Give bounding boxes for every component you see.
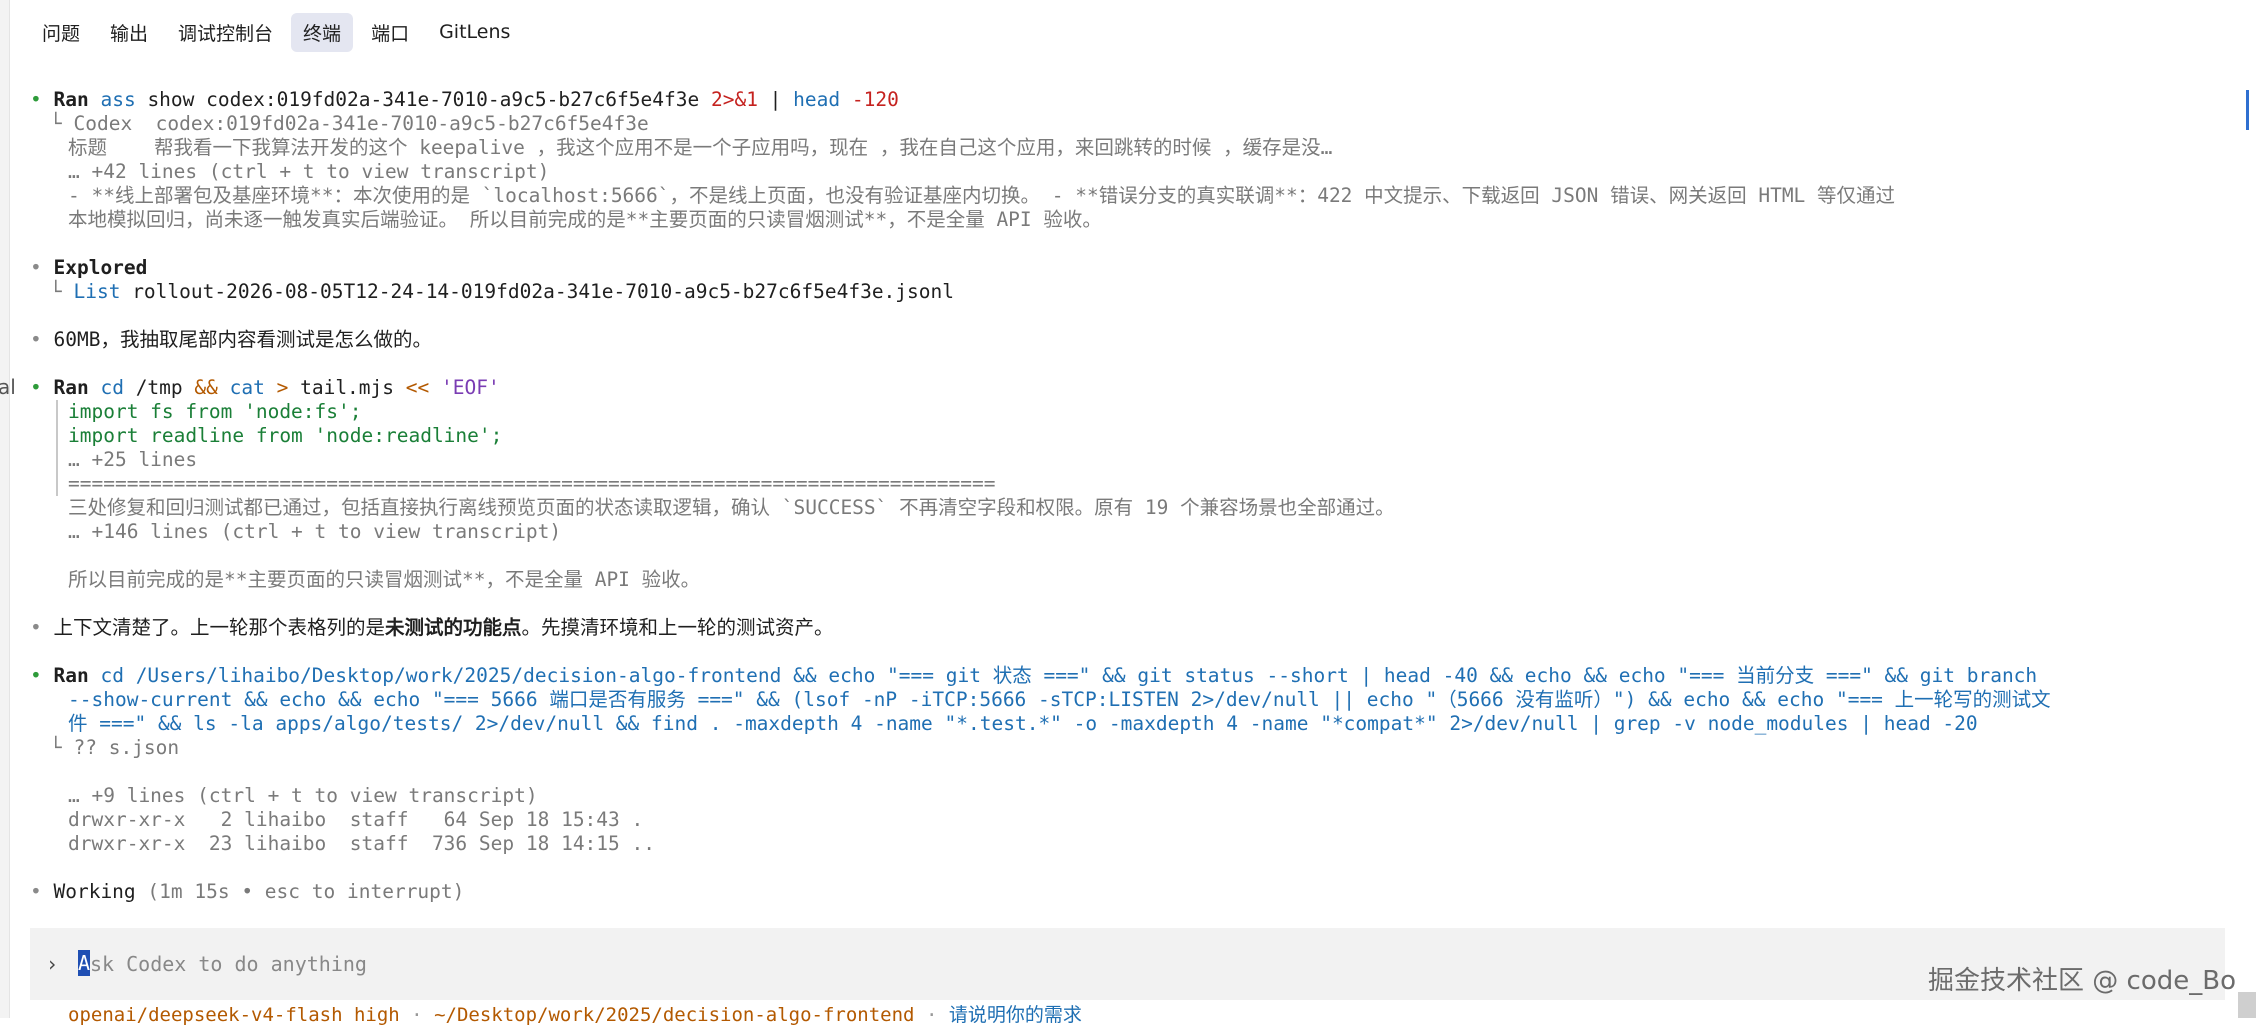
output-line: … +25 lines <box>68 448 198 471</box>
scrollbar-bottom-handle[interactable] <box>2238 992 2256 1018</box>
output-line: └ Codex codex:019fd02a-341e-7010-a9c5-b2… <box>50 112 649 135</box>
bullet-icon: • <box>30 376 54 399</box>
codex-input-box[interactable]: › A sk Codex to do anything <box>30 928 2225 1000</box>
output-line: 三处修复和回归测试都已通过，包括直接执行离线预览页面的状态读取逻辑，确认 `SU… <box>68 496 1395 519</box>
bullet-icon: • <box>30 880 54 903</box>
bullet-icon: • <box>30 328 54 351</box>
prompt-chevron-icon: › <box>46 952 59 976</box>
cwd-path: ~/Desktop/work/2025/decision-algo-fronte… <box>434 1004 915 1026</box>
output-line: 所以目前完成的是**主要页面的只读冒烟测试**，不是全量 API 验收。 <box>68 568 701 591</box>
output-line: drwxr-xr-x 2 lihaibo staff 64 Sep 18 15:… <box>68 808 644 831</box>
terminal-output[interactable]: • Ran ass show codex:019fd02a-341e-7010-… <box>30 88 2230 904</box>
model-name: openai/deepseek-v4-flash high <box>68 1004 400 1026</box>
bullet-icon: • <box>30 88 54 111</box>
input-placeholder[interactable]: sk Codex to do anything <box>90 952 367 976</box>
ran-ass-line: • Ran ass show codex:019fd02a-341e-7010-… <box>30 88 899 111</box>
tab-gitlens[interactable]: GitLens <box>427 15 522 49</box>
output-line: … +9 lines (ctrl + t to view transcript) <box>68 784 538 807</box>
tab-output[interactable]: 输出 <box>98 13 160 52</box>
scrollbar-thumb[interactable] <box>2246 90 2249 130</box>
code-line: import fs from 'node:fs'; <box>68 400 362 423</box>
vertical-scrollbar[interactable] <box>2238 60 2256 1018</box>
bullet-icon: • <box>30 664 54 687</box>
tab-problems[interactable]: 问题 <box>30 13 92 52</box>
tab-terminal[interactable]: 终端 <box>291 12 354 52</box>
output-line: … +42 lines (ctrl + t to view transcript… <box>68 160 550 183</box>
output-line: 本地模拟回归，尚未逐一触发真实后端验证。 所以目前完成的是**主要页面的只读冒烟… <box>68 208 1102 231</box>
output-line: └ ?? s.json <box>50 736 180 759</box>
watermark: 掘金技术社区 @ code_Bo <box>1928 966 2236 996</box>
output-line: ========================================… <box>68 472 996 495</box>
status-bar: openai/deepseek-v4-flash high · ~/Deskto… <box>68 1004 1082 1026</box>
working-line: • Working (1m 15s • esc to interrupt) <box>30 880 465 903</box>
heredoc-block: import fs from 'node:fs'; import readlin… <box>56 400 2230 496</box>
command-continuation: 件 ===" && ls -la apps/algo/tests/ 2>/dev… <box>68 712 1978 735</box>
output-line: drwxr-xr-x 23 lihaibo staff 736 Sep 18 1… <box>68 832 655 855</box>
output-line: - **线上部署包及基座环境**：本次使用的是 `localhost:5666`… <box>68 184 1896 207</box>
tab-ports[interactable]: 端口 <box>359 13 421 52</box>
explored-list-line: └ List rollout-2026-08-05T12-24-14-019fd… <box>50 280 954 303</box>
tab-debug-console[interactable]: 调试控制台 <box>166 13 285 52</box>
ran-cd-tmp-line: • Ran cd /tmp && cat > tail.mjs << 'EOF' <box>30 376 500 399</box>
message-line: • 60MB，我抽取尾部内容看测试是怎么做的。 <box>30 328 432 351</box>
explored-line: • Explored <box>30 256 148 279</box>
bullet-icon: • <box>30 256 54 279</box>
code-line: import readline from 'node:readline'; <box>68 424 503 447</box>
output-line: 标题 帮我看一下我算法开发的这个 keepalive ，我这个应用不是一个子应用… <box>68 136 1333 159</box>
left-edge-panel: al <box>0 0 16 1018</box>
bullet-icon: • <box>30 616 54 639</box>
ran-git-status-line: • Ran cd /Users/lihaibo/Desktop/work/202… <box>30 664 2038 687</box>
command-continuation: --show-current && echo && echo "=== 5666… <box>68 688 2051 711</box>
message-line: • 上下文清楚了。上一轮那个表格列的是未测试的功能点。先摸清环境和上一轮的测试资… <box>30 616 834 639</box>
left-panel-fragment: al <box>0 375 16 399</box>
text-caret: A <box>78 950 91 976</box>
panel-tabs: 问题 输出 调试控制台 终端 端口 GitLens <box>30 10 522 54</box>
output-line: … +146 lines (ctrl + t to view transcrip… <box>68 520 562 543</box>
status-hint: 请说明你的需求 <box>948 1004 1082 1026</box>
